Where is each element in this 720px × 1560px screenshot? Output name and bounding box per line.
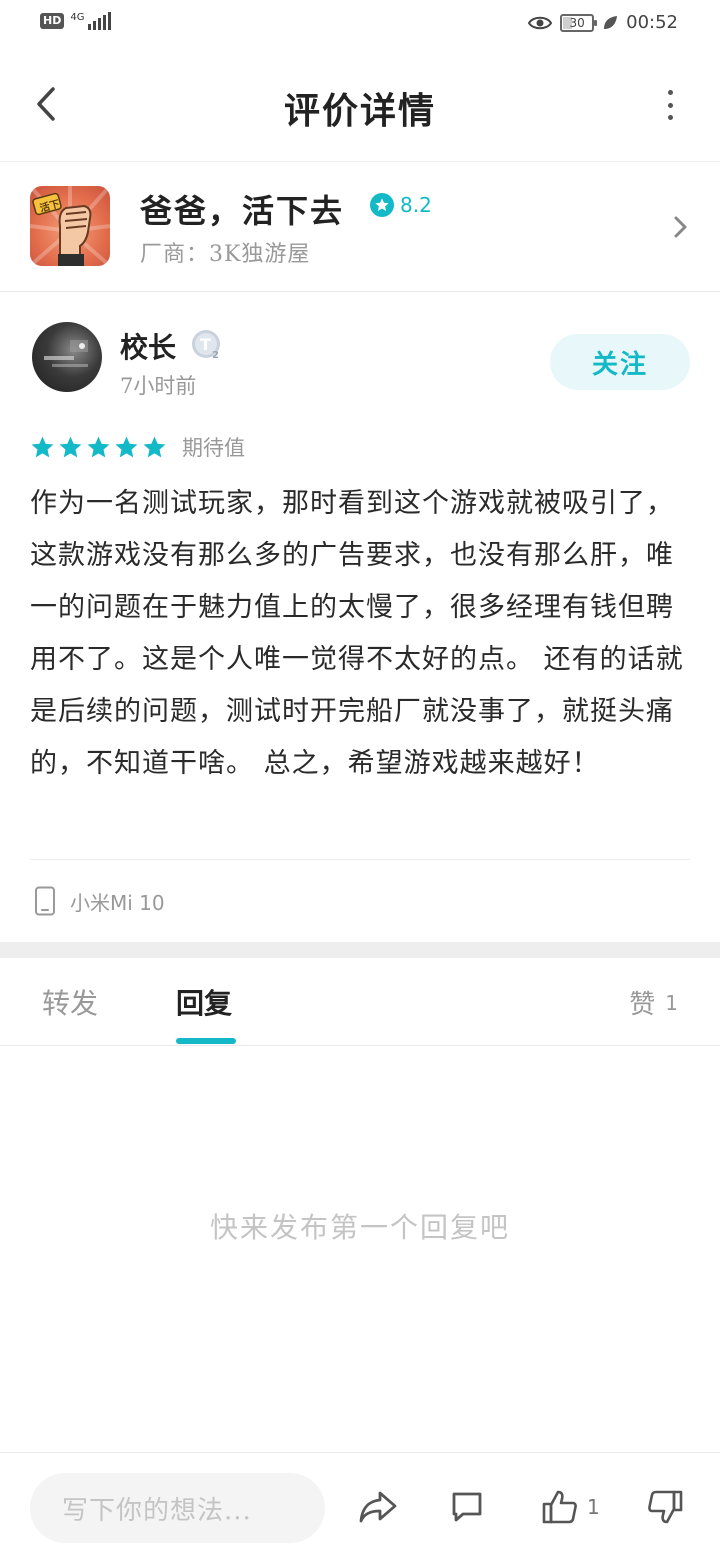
user-name[interactable]: 校长 bbox=[120, 326, 176, 366]
more-options-button[interactable] bbox=[660, 90, 680, 120]
game-card[interactable]: 活下 爸爸，活下去 8.2 厂商：3K独游屋 bbox=[0, 162, 720, 292]
page-title: 评价详情 bbox=[283, 90, 436, 132]
star-icon bbox=[59, 436, 82, 457]
empty-replies-hint: 快来发布第一个回复吧 bbox=[209, 1211, 510, 1244]
battery-icon: 30 bbox=[560, 13, 598, 32]
comment-icon bbox=[452, 1492, 482, 1522]
dislike-button[interactable] bbox=[645, 1487, 685, 1527]
leaf-icon bbox=[604, 15, 618, 29]
tab-forward[interactable]: 转发 bbox=[42, 982, 98, 1022]
chevron-right-icon bbox=[670, 212, 690, 242]
device-name: 小米Mi 10 bbox=[70, 890, 165, 915]
tab-like-count: 1 bbox=[665, 990, 678, 1015]
tab-active-indicator bbox=[176, 1038, 236, 1044]
star-icon bbox=[31, 436, 54, 457]
level-badge-icon: T 2 bbox=[190, 328, 224, 362]
rating-value: 8.2 bbox=[400, 193, 432, 217]
thumbs-down-icon bbox=[648, 1490, 683, 1524]
thumbs-up-icon bbox=[542, 1490, 577, 1524]
eye-icon bbox=[528, 16, 553, 29]
tab-like-label: 赞 bbox=[629, 990, 656, 1020]
comment-input[interactable]: 写下你的想法... bbox=[30, 1473, 325, 1543]
follow-button[interactable]: 关注 bbox=[550, 334, 690, 390]
comment-button[interactable] bbox=[447, 1487, 487, 1527]
game-name: 爸爸，活下去 bbox=[140, 192, 345, 230]
rating-stars: 期待值 bbox=[30, 432, 245, 462]
avatar[interactable] bbox=[32, 322, 102, 392]
svg-text:2: 2 bbox=[212, 350, 219, 361]
divider bbox=[30, 859, 690, 860]
star-label: 期待值 bbox=[182, 436, 245, 460]
signal-icon bbox=[88, 12, 112, 30]
status-left: HD 4G bbox=[40, 12, 112, 30]
device-info: 小米Mi 10 bbox=[34, 886, 165, 916]
share-button[interactable] bbox=[358, 1487, 398, 1527]
like-button[interactable] bbox=[540, 1487, 580, 1527]
bottom-action-bar: 写下你的想法... 1 bbox=[0, 1452, 720, 1560]
game-icon: 活下 bbox=[30, 186, 110, 266]
top-app-bar: 评价详情 bbox=[0, 50, 720, 162]
rating-star-icon bbox=[370, 193, 394, 217]
share-icon bbox=[359, 1491, 397, 1523]
network-type: 4G bbox=[70, 12, 85, 23]
game-rating: 8.2 bbox=[370, 193, 432, 217]
tab-like[interactable]: 赞 1 bbox=[629, 984, 678, 1021]
svg-text:T: T bbox=[200, 335, 211, 354]
section-separator bbox=[0, 942, 720, 958]
star-icon bbox=[115, 436, 138, 457]
phone-icon bbox=[35, 886, 55, 916]
hd-badge: HD bbox=[40, 13, 65, 29]
review-body: 作为一名测试玩家，那时看到这个游戏就被吸引了，这款游戏没有那么多的广告要求，也没… bbox=[30, 488, 684, 779]
clock: 00:52 bbox=[626, 12, 678, 33]
star-icon bbox=[143, 436, 166, 457]
game-vendor: 厂商：3K独游屋 bbox=[140, 242, 311, 267]
tab-reply[interactable]: 回复 bbox=[176, 982, 232, 1022]
star-icon bbox=[87, 436, 110, 457]
status-right: 30 00:52 bbox=[528, 12, 678, 33]
battery-level: 30 bbox=[569, 15, 585, 30]
post-time: 7小时前 bbox=[120, 374, 197, 398]
like-count: 1 bbox=[587, 1495, 600, 1519]
reply-tabs: 转发 回复 赞 1 bbox=[0, 958, 720, 1046]
status-bar: HD 4G 30 00:52 bbox=[0, 0, 720, 50]
